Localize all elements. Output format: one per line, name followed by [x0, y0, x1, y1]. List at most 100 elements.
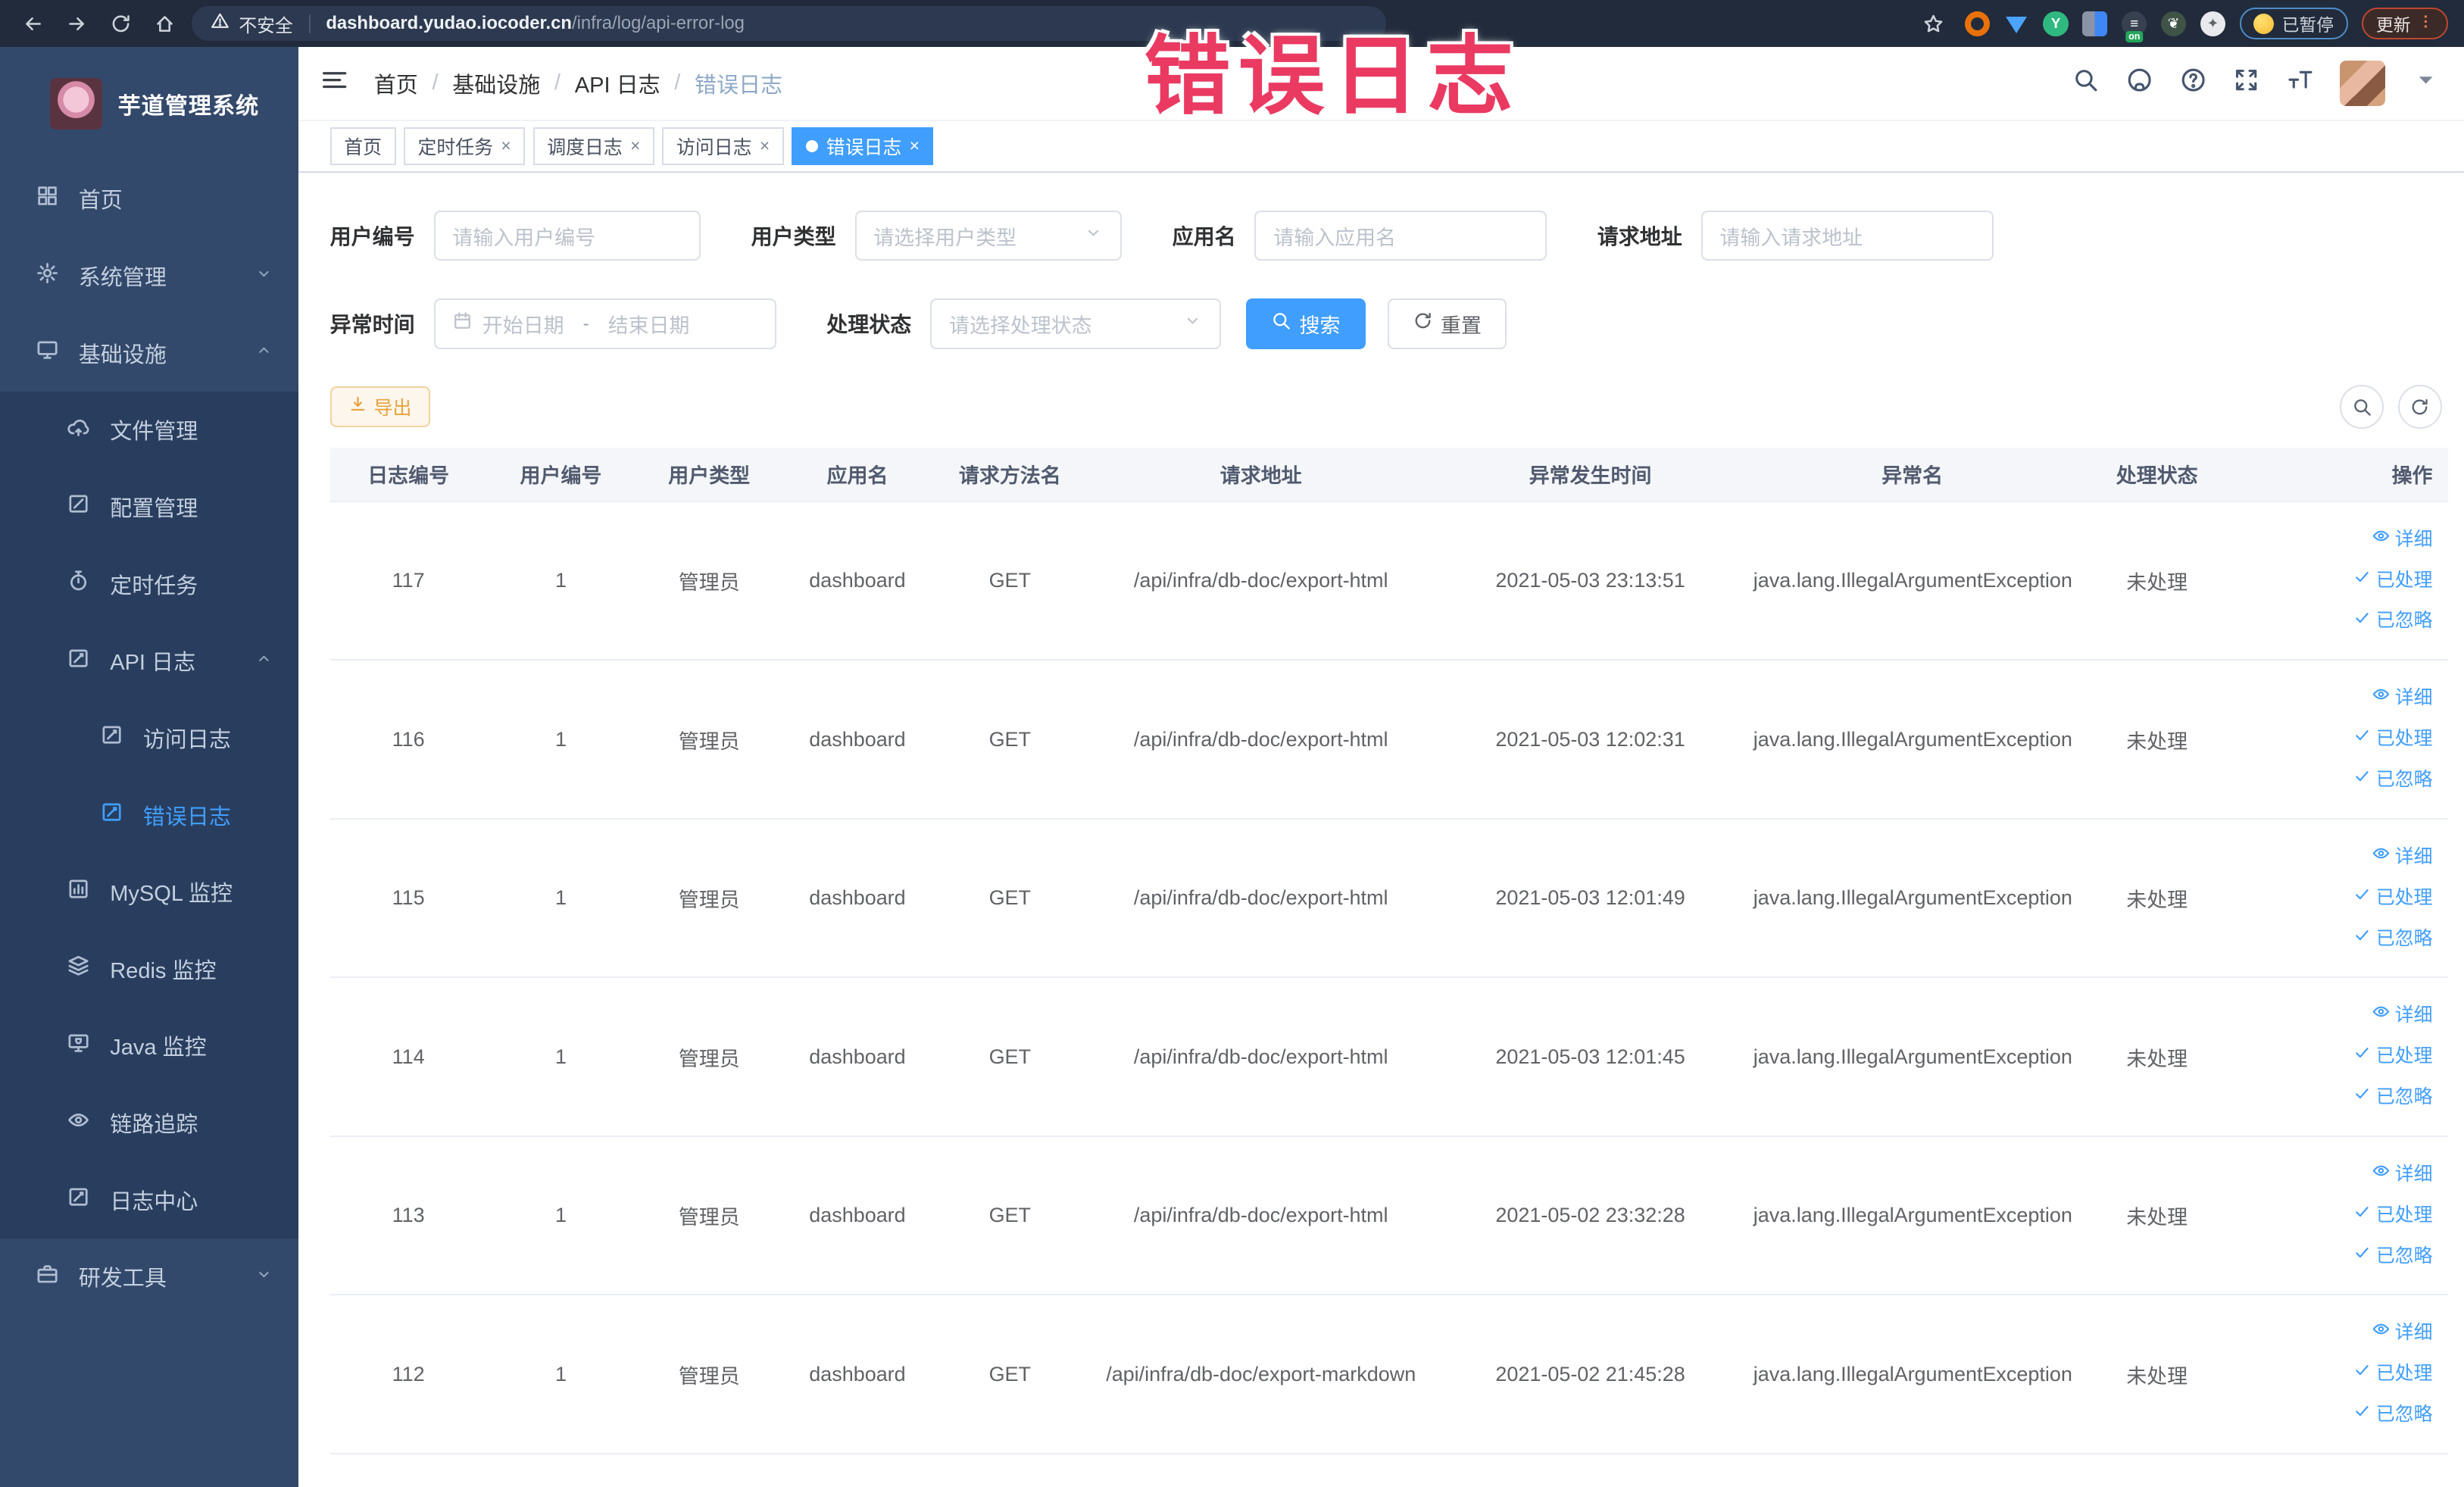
action-已忽略[interactable]: 已忽略 — [2243, 1236, 2433, 1277]
chevron-up-icon — [251, 648, 276, 673]
table-row: 114 1 管理员 dashboard GET/api/infra/db-doc/exp… — [329, 977, 2449, 1137]
active-tab-dot-icon — [805, 139, 819, 153]
action-已处理[interactable]: 已处理 — [2243, 719, 2433, 760]
sidebar-item-java[interactable]: Java 监控 — [0, 1007, 298, 1085]
export-button[interactable]: 导出 — [329, 386, 431, 428]
cell-url: /api/infra/db-doc/export-html — [1088, 818, 1434, 979]
column-header: 日志编号 — [329, 448, 487, 502]
tab-定时任务[interactable]: 定时任务 × — [403, 127, 526, 165]
sidebar-item-error-log[interactable]: 错误日志 — [0, 776, 298, 854]
input-placeholder: 请输入用户编号 — [452, 226, 596, 249]
check-icon — [2353, 1236, 2372, 1277]
action-详细[interactable]: 详细 — [2243, 1313, 2433, 1354]
sidebar-item-dev-tools[interactable]: 研发工具 — [0, 1239, 298, 1316]
extension-drop-icon[interactable] — [2004, 11, 2029, 36]
browser-forward-icon[interactable] — [60, 6, 95, 41]
reset-button[interactable]: 重置 — [1387, 298, 1507, 349]
caret-down-icon[interactable] — [2412, 67, 2439, 100]
action-已忽略[interactable]: 已忽略 — [2243, 919, 2433, 960]
table-row: 117 1 管理员 dashboard GET/api/infra/db-doc/exp… — [329, 501, 2449, 661]
user-avatar[interactable] — [2340, 60, 2386, 107]
search-icon[interactable] — [2072, 67, 2099, 100]
filter-label: 异常时间 — [329, 313, 415, 337]
paused-badge[interactable]: 已暂停 — [2239, 8, 2348, 39]
sidebar-item-home[interactable]: 首页 — [0, 161, 298, 238]
close-tab-icon[interactable]: × — [630, 136, 640, 156]
hamburger-menu-icon[interactable] — [320, 66, 348, 101]
layers-icon — [66, 954, 91, 983]
action-已处理[interactable]: 已处理 — [2243, 1354, 2433, 1395]
search-button[interactable]: 搜索 — [1246, 298, 1366, 349]
tab-调度日志[interactable]: 调度日志 × — [532, 127, 655, 165]
extension-adblock-icon[interactable] — [1964, 11, 1990, 36]
process-status-select[interactable]: 请选择处理状态 — [930, 298, 1221, 349]
cell-id: 113 — [329, 1136, 487, 1296]
action-详细[interactable]: 详细 — [2243, 837, 2433, 878]
sidebar-item-file[interactable]: 文件管理 — [0, 392, 298, 469]
extension-puzzle-icon[interactable]: ✦ — [2200, 11, 2226, 36]
action-已忽略[interactable]: 已忽略 — [2243, 760, 2433, 801]
action-详细[interactable]: 详细 — [2243, 1154, 2433, 1195]
action-已处理[interactable]: 已处理 — [2243, 561, 2433, 601]
breadcrumb: 首页 / 基础设施 / API 日志 / 错误日志 — [374, 67, 782, 99]
github-icon[interactable] — [2126, 67, 2153, 100]
action-详细[interactable]: 详细 — [2243, 520, 2433, 561]
action-详细[interactable]: 详细 — [2243, 678, 2433, 719]
browser-back-icon[interactable] — [16, 6, 51, 41]
cell-exception: java.lang.IllegalArgumentException — [1747, 977, 2078, 1137]
browser-reload-icon[interactable] — [104, 6, 139, 41]
app-name-input[interactable]: 请输入应用名 — [1254, 210, 1547, 261]
user-id-input[interactable]: 请输入用户编号 — [433, 210, 701, 261]
browser-actions: Y ≡ ❦ ✦ 已暂停 更新 — [1916, 6, 2449, 41]
tab-首页[interactable]: 首页 — [329, 127, 396, 165]
fullscreen-icon[interactable] — [2233, 67, 2259, 100]
toggle-search-button[interactable] — [2340, 385, 2384, 430]
sidebar-item-infra[interactable]: 基础设施 — [0, 314, 298, 392]
sidebar-item-trace[interactable]: 链路追踪 — [0, 1084, 298, 1161]
sidebar-item-redis[interactable]: Redis 监控 — [0, 930, 298, 1007]
date-range-picker[interactable]: 开始日期 - 结束日期 — [433, 298, 776, 349]
action-label: 已忽略 — [2375, 927, 2433, 949]
tab-访问日志[interactable]: 访问日志 × — [662, 127, 784, 165]
sidebar-item-mysql[interactable]: MySQL 监控 — [0, 853, 298, 930]
font-size-icon[interactable] — [2287, 67, 2313, 100]
action-已处理[interactable]: 已处理 — [2243, 878, 2433, 919]
sidebar-item-access-log[interactable]: 访问日志 — [0, 699, 298, 776]
browser-home-icon[interactable] — [148, 6, 183, 41]
close-tab-icon[interactable]: × — [501, 136, 511, 156]
sidebar-item-api-log[interactable]: API 日志 — [0, 622, 298, 699]
sidebar-item-job[interactable]: 定时任务 — [0, 545, 298, 623]
not-secure-warning-icon[interactable] — [211, 11, 230, 36]
action-已忽略[interactable]: 已忽略 — [2243, 1395, 2433, 1435]
request-url-input[interactable]: 请输入请求地址 — [1700, 210, 1994, 261]
bookmark-star-icon[interactable] — [1916, 6, 1950, 41]
browser-update-button[interactable]: 更新 — [2362, 8, 2449, 39]
action-已忽略[interactable]: 已忽略 — [2243, 1077, 2433, 1118]
action-已忽略[interactable]: 已忽略 — [2243, 601, 2433, 642]
action-已处理[interactable]: 已处理 — [2243, 1195, 2433, 1236]
sidebar-item-system[interactable]: 系统管理 — [0, 237, 298, 314]
browser-menu-icon[interactable] — [2417, 13, 2434, 35]
sidebar-item-config[interactable]: 配置管理 — [0, 468, 298, 545]
breadcrumb-item[interactable]: API 日志 — [575, 67, 661, 99]
close-tab-icon[interactable]: × — [760, 136, 770, 156]
app-logo[interactable]: 芋道管理系统 — [0, 47, 298, 160]
help-icon[interactable] — [2180, 67, 2206, 100]
extension-leaf-icon[interactable]: ❦ — [2160, 11, 2187, 36]
filter-user-type: 用户类型 请选择用户类型 — [751, 210, 1123, 261]
close-tab-icon[interactable]: × — [910, 136, 920, 156]
cell-method: GET — [931, 1295, 1088, 1454]
user-type-select[interactable]: 请选择用户类型 — [854, 210, 1123, 261]
address-bar[interactable]: 不安全 dashboard.yudao.iocoder.cn/infra/log… — [192, 6, 1386, 41]
refresh-table-button[interactable] — [2397, 385, 2442, 430]
action-已处理[interactable]: 已处理 — [2243, 1036, 2433, 1077]
action-详细[interactable]: 详细 — [2243, 995, 2433, 1036]
select-placeholder: 请选择处理状态 — [948, 314, 1092, 337]
sidebar-item-log-center[interactable]: 日志中心 — [0, 1161, 298, 1239]
breadcrumb-item[interactable]: 基础设施 — [452, 67, 540, 99]
tab-错误日志[interactable]: 错误日志 × — [792, 127, 934, 165]
extension-vue-icon[interactable]: Y — [2043, 11, 2069, 36]
breadcrumb-item[interactable]: 首页 — [374, 67, 418, 99]
extension-switch-icon[interactable]: ≡ — [2122, 11, 2147, 36]
extension-grid-icon[interactable] — [2082, 11, 2108, 36]
